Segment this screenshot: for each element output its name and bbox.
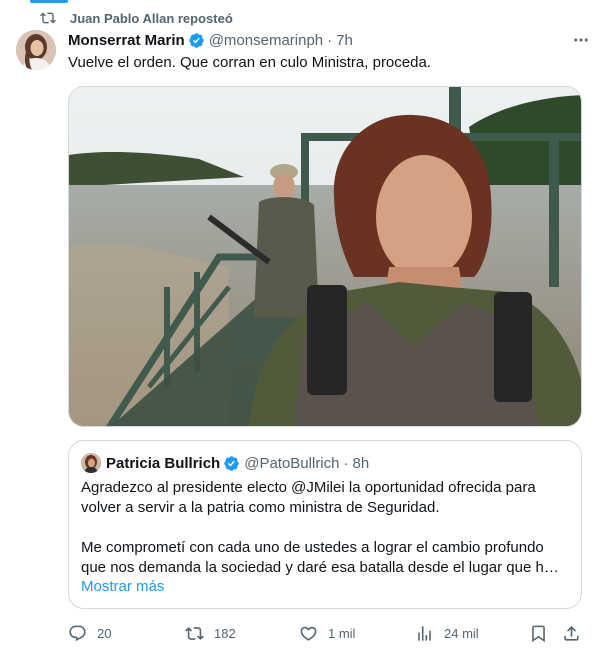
tab-active-indicator: [30, 0, 68, 3]
quoted-author-avatar: [81, 453, 101, 473]
quoted-text-line: Me comprometí con cada uno de ustedes a …: [81, 539, 544, 556]
more-dots-icon: [574, 38, 588, 42]
author-avatar[interactable]: [16, 30, 56, 70]
share-icon: [564, 625, 579, 641]
quoted-author-name: Patricia Bullrich: [106, 454, 221, 472]
verified-badge-icon: [224, 455, 239, 471]
reply-icon: [69, 625, 86, 641]
reply-count: 20: [97, 625, 112, 641]
like-button[interactable]: 1 mil: [299, 622, 355, 644]
quoted-timestamp: 8h: [352, 454, 370, 472]
separator-dot: ·: [343, 454, 349, 472]
share-button[interactable]: [562, 622, 581, 644]
like-count: 1 mil: [328, 625, 356, 641]
bookmark-icon: [532, 625, 545, 642]
repost-context: Juan Pablo Allan reposteó: [40, 9, 233, 27]
author-name[interactable]: Monserrat Marin: [68, 32, 185, 49]
quoted-author-handle: @PatoBullrich: [244, 454, 340, 472]
heart-icon: [300, 626, 317, 641]
tweet-photo[interactable]: [68, 86, 582, 427]
quoted-tweet[interactable]: Patricia Bullrich @PatoBullrich · 8h Agr…: [68, 440, 582, 609]
view-count: 24 mil: [444, 625, 479, 641]
show-more-link[interactable]: Mostrar más: [81, 578, 164, 595]
tweet-actions-bar: 20 182 1 mil 24 mil: [68, 622, 582, 644]
reply-button[interactable]: 20: [68, 622, 111, 644]
repost-label[interactable]: Juan Pablo Allan reposteó: [70, 11, 233, 26]
timestamp[interactable]: 7h: [336, 32, 353, 49]
analytics-icon: [418, 625, 431, 641]
views-button[interactable]: 24 mil: [415, 622, 479, 644]
quoted-text-line: que nos demanda la sociedad y daré esa b…: [81, 559, 559, 576]
quoted-tweet-text: Agradezco al presidente electo @JMilei l…: [81, 478, 569, 578]
repost-icon: [40, 12, 56, 24]
repost-count: 182: [214, 625, 236, 641]
repost-button[interactable]: 182: [185, 622, 236, 644]
author-handle[interactable]: @monsemarinph: [209, 32, 323, 49]
more-options-button[interactable]: [571, 30, 591, 50]
bookmark-button[interactable]: [529, 622, 548, 644]
separator-dot: ·: [327, 31, 333, 49]
tweet-header: Monserrat Marin @monsemarinph · 7h: [68, 30, 591, 50]
quoted-text-line: Agradezco al presidente electo @JMilei l…: [81, 479, 536, 496]
repost-icon: [185, 626, 204, 640]
tweet-text: Vuelve el orden. Que corran en culo Mini…: [68, 54, 431, 71]
quoted-text-line: volver a servir a la patria como ministr…: [81, 499, 440, 516]
quoted-tweet-header: Patricia Bullrich @PatoBullrich · 8h: [81, 453, 369, 473]
verified-badge-icon[interactable]: [188, 32, 205, 49]
